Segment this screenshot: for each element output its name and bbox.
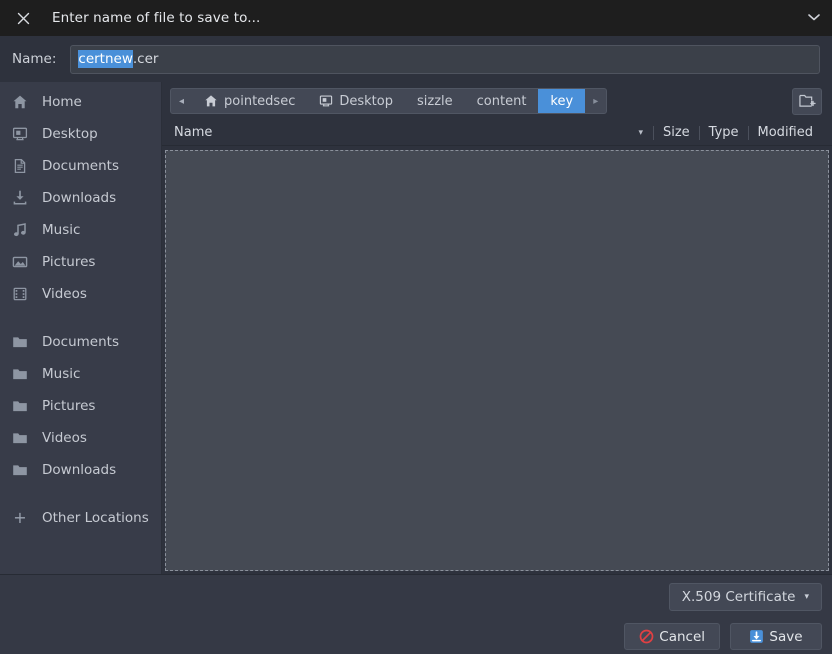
name-label: Name: xyxy=(12,51,57,67)
sort-descending-icon[interactable]: ▾ xyxy=(628,128,653,138)
sidebar-folder-videos[interactable]: Videos xyxy=(0,422,161,454)
picture-icon xyxy=(9,253,31,271)
save-button-label: Save xyxy=(769,628,803,645)
path-bar: ◂ pointedsec Desktop sizzle content key … xyxy=(162,82,832,120)
filename-input[interactable]: certnew .cer xyxy=(70,44,820,74)
dialog-title: Enter name of file to save to... xyxy=(52,10,261,26)
footer-actions: Cancel Save xyxy=(624,623,822,650)
prohibited-icon xyxy=(639,629,654,644)
close-icon[interactable] xyxy=(10,5,36,31)
column-header-type[interactable]: Type xyxy=(700,125,748,140)
sidebar-item-home[interactable]: Home xyxy=(0,86,161,118)
sidebar-folder-documents[interactable]: Documents xyxy=(0,326,161,358)
breadcrumb-label: Desktop xyxy=(339,93,393,109)
sidebar-folder-music[interactable]: Music xyxy=(0,358,161,390)
film-icon xyxy=(9,285,31,303)
column-header-size[interactable]: Size xyxy=(654,125,699,140)
breadcrumb-back-arrow[interactable]: ◂ xyxy=(171,89,192,113)
folder-icon xyxy=(9,461,31,479)
breadcrumb-label: key xyxy=(550,93,574,109)
file-type-filter-dropdown[interactable]: X.509 Certificate ▾ xyxy=(668,583,822,611)
folder-icon xyxy=(9,333,31,351)
download-icon xyxy=(9,189,31,207)
music-note-icon xyxy=(9,221,31,239)
column-header-name[interactable]: Name xyxy=(168,125,628,140)
chevron-down-icon: ▾ xyxy=(804,592,809,602)
breadcrumb-item-desktop[interactable]: Desktop xyxy=(307,89,405,113)
home-icon xyxy=(204,94,218,108)
sidebar-folder-pictures[interactable]: Pictures xyxy=(0,390,161,422)
breadcrumb-forward-arrow[interactable]: ▸ xyxy=(585,89,606,113)
titlebar-right xyxy=(808,0,820,36)
filename-selected-text: certnew xyxy=(78,50,133,68)
sidebar-item-label: Music xyxy=(42,222,81,238)
desktop-icon xyxy=(319,94,333,108)
sidebar-folder-downloads[interactable]: Downloads xyxy=(0,454,161,486)
sidebar-item-music[interactable]: Music xyxy=(0,214,161,246)
sidebar-item-other-locations[interactable]: + Other Locations xyxy=(0,502,161,534)
sidebar-divider xyxy=(0,486,161,502)
column-headers: Name ▾ Size Type Modified xyxy=(162,120,832,146)
cancel-button[interactable]: Cancel xyxy=(624,623,720,650)
name-row: Name: certnew .cer xyxy=(0,36,832,82)
sidebar-item-label: Pictures xyxy=(42,398,96,414)
sidebar-item-desktop[interactable]: Desktop xyxy=(0,118,161,150)
cancel-button-label: Cancel xyxy=(659,628,705,645)
breadcrumb-item-content[interactable]: content xyxy=(465,89,539,113)
sidebar-item-label: Other Locations xyxy=(42,510,149,526)
file-list[interactable] xyxy=(165,150,829,571)
filename-rest-text: .cer xyxy=(132,51,159,67)
save-download-icon xyxy=(749,629,764,644)
breadcrumb-item-sizzle[interactable]: sizzle xyxy=(405,89,465,113)
breadcrumb-label: sizzle xyxy=(416,93,453,109)
sidebar-item-label: Desktop xyxy=(42,126,98,142)
breadcrumb-item-key[interactable]: key xyxy=(538,89,586,113)
home-icon xyxy=(9,93,31,111)
new-folder-icon[interactable] xyxy=(792,87,822,115)
breadcrumb-label: pointedsec xyxy=(224,93,296,109)
places-sidebar: Home Desktop Documents Downloads Music P… xyxy=(0,82,162,574)
plus-icon: + xyxy=(13,508,27,527)
column-header-modified[interactable]: Modified xyxy=(749,125,822,140)
sidebar-item-label: Home xyxy=(42,94,82,110)
breadcrumb: ◂ pointedsec Desktop sizzle content key … xyxy=(170,88,608,114)
folder-icon xyxy=(9,429,31,447)
sidebar-item-downloads[interactable]: Downloads xyxy=(0,182,161,214)
titlebar: Enter name of file to save to... xyxy=(0,0,832,36)
sidebar-item-pictures[interactable]: Pictures xyxy=(0,246,161,278)
sidebar-divider xyxy=(0,310,161,326)
breadcrumb-label: content xyxy=(476,93,527,109)
sidebar-item-label: Downloads xyxy=(42,190,117,206)
folder-icon xyxy=(9,397,31,415)
file-type-filter-label: X.509 Certificate xyxy=(681,589,796,605)
dialog-body: Home Desktop Documents Downloads Music P… xyxy=(0,82,832,574)
desktop-icon xyxy=(9,125,31,143)
file-browser-pane: ◂ pointedsec Desktop sizzle content key … xyxy=(162,82,832,574)
sidebar-item-label: Downloads xyxy=(42,462,117,478)
dialog-footer: X.509 Certificate ▾ Cancel Save xyxy=(0,574,832,654)
sidebar-item-documents[interactable]: Documents xyxy=(0,150,161,182)
sidebar-item-videos[interactable]: Videos xyxy=(0,278,161,310)
sidebar-item-label: Documents xyxy=(42,158,119,174)
sidebar-item-label: Videos xyxy=(42,286,87,302)
sidebar-item-label: Videos xyxy=(42,430,87,446)
sidebar-item-label: Music xyxy=(42,366,81,382)
sidebar-item-label: Documents xyxy=(42,334,119,350)
sidebar-item-label: Pictures xyxy=(42,254,96,270)
folder-icon xyxy=(9,365,31,383)
chevron-down-icon[interactable] xyxy=(808,13,820,24)
save-button[interactable]: Save xyxy=(730,623,822,650)
document-icon xyxy=(9,157,31,175)
breadcrumb-item-pointedsec[interactable]: pointedsec xyxy=(192,89,307,113)
save-file-dialog: Enter name of file to save to... Name: c… xyxy=(0,0,832,654)
